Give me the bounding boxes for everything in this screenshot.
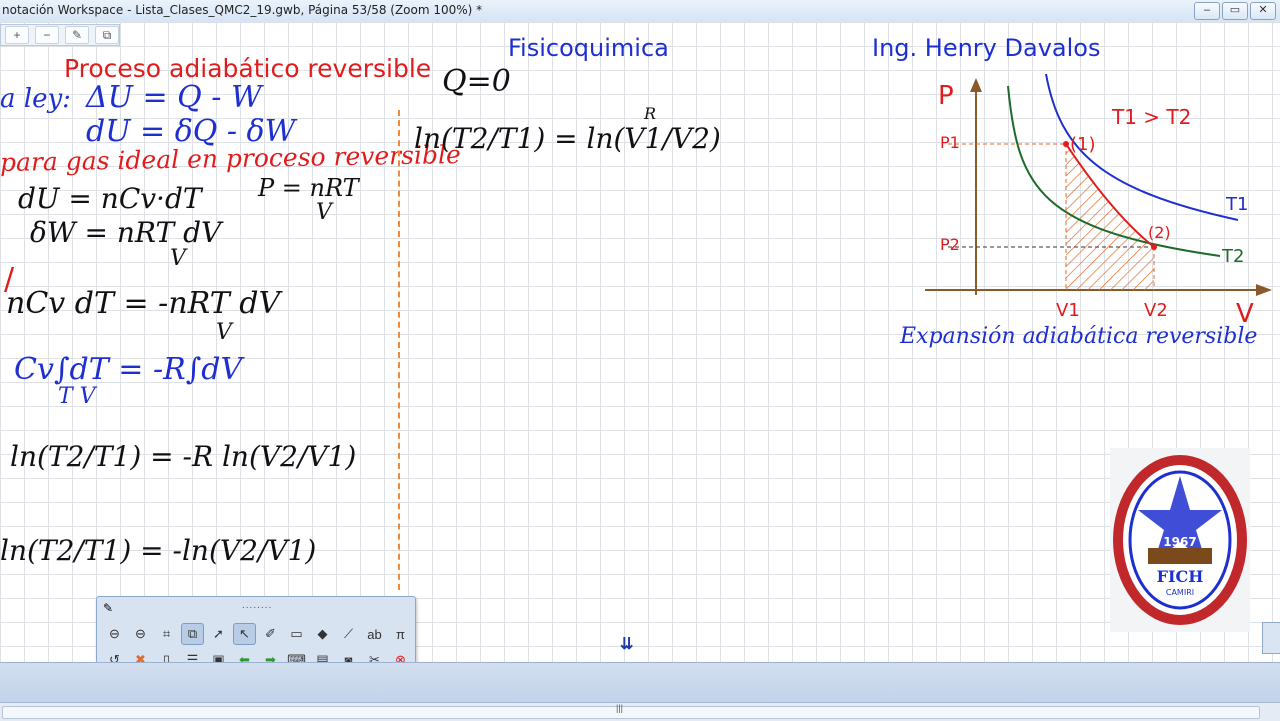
shapes-icon[interactable]: ◆ [311, 623, 334, 645]
p-axis-arrow [970, 78, 982, 92]
bottom-panel [0, 662, 1280, 703]
eq-dw: δW = nRT dV [30, 216, 222, 249]
point-1-label: (1) [1070, 134, 1096, 155]
v2-label: V2 [1144, 300, 1168, 321]
page-down-icon[interactable]: ⇊ [620, 634, 633, 654]
eq-ln: ln(T2/T1) = -ln(V2/V1) [0, 534, 317, 567]
eq-p: P = nRT [258, 174, 359, 202]
eq-ln-final: ln(T2/T1) = ln(V1/V2) [414, 122, 721, 155]
palette-icon[interactable]: ✎ [103, 601, 113, 615]
eq-integral-den: T V [58, 384, 96, 409]
eq-ln-r: ln(T2/T1) = -R ln(V2/V1) [10, 440, 357, 473]
p1-label: P1 [940, 133, 960, 152]
v1-label: V1 [1056, 300, 1080, 321]
mouse-icon[interactable]: ⌗ [155, 623, 178, 645]
logo-city: CAMIRI [1166, 588, 1194, 597]
v-axis-arrow [1256, 284, 1272, 296]
pen-icon[interactable]: ✐ [259, 623, 282, 645]
toolbar-row-1: ⊖ ⊖ ⌗ ⧉ ➚ ↖ ✐ ▭ ◆ ⟋ ab π [103, 623, 412, 645]
select-arrow-icon[interactable]: ➚ [207, 623, 230, 645]
minus-icon[interactable]: − [35, 26, 59, 44]
t2-label: T2 [1221, 246, 1244, 267]
eq-ncv-dt: nCv dT = -nRT dV [6, 286, 281, 321]
pv-diagram: P V T1 > T2 P1 P2 V1 V2 T1 T2 (1) (2) [925, 73, 1272, 329]
header-center: Fisicoquimica [508, 34, 669, 62]
minus-circle-icon[interactable]: ⊖ [129, 623, 152, 645]
status-bar: ||| [0, 702, 1280, 721]
window-controls: – ▭ ✕ [1194, 2, 1276, 20]
left-title: Proceso adiabático reversible [64, 54, 432, 83]
t1-label: T1 [1225, 194, 1248, 215]
horizontal-scrollbar[interactable] [2, 706, 1260, 719]
edit-icon[interactable]: ✎ [65, 26, 89, 44]
minimize-button[interactable]: – [1194, 2, 1220, 20]
math-icon[interactable]: π [389, 623, 412, 645]
eq-delta-u: ΔU = Q - W [86, 80, 262, 115]
q-zero: Q=0 [442, 64, 511, 99]
eq-du-ncv: dU = nCv·dT [18, 182, 202, 215]
scroll-grip[interactable]: ||| [616, 703, 623, 713]
side-panel-tab[interactable] [1262, 622, 1280, 654]
condition-label: T1 > T2 [1111, 105, 1191, 129]
logo-year: 1967 [1163, 535, 1196, 549]
spell-check-icon[interactable]: ab [363, 623, 386, 645]
eq-p-den: V [316, 200, 332, 225]
maximize-button[interactable]: ▭ [1222, 2, 1248, 20]
copy-pages-icon[interactable]: ⧉ [181, 623, 204, 645]
close-button[interactable]: ✕ [1250, 2, 1276, 20]
minus-circle-icon[interactable]: ⊖ [103, 623, 126, 645]
toolbar-grip[interactable]: ........ [242, 600, 272, 611]
eq-ncv-dt-den: V [216, 320, 232, 345]
window-titlebar: notación Workspace - Lista_Clases_QMC2_1… [0, 0, 1280, 23]
cancel-n-mark: / [4, 262, 15, 297]
copy-icon[interactable]: ⧉ [95, 26, 119, 44]
plus-icon[interactable]: + [5, 26, 29, 44]
ruler-icon[interactable]: ⟋ [337, 623, 360, 645]
point-1-marker [1063, 141, 1069, 147]
window-title: notación Workspace - Lista_Clases_QMC2_1… [2, 3, 483, 17]
expansion-label: Expansión adiabática reversible [900, 324, 1258, 349]
point-2-marker [1151, 244, 1157, 250]
hatched-area [1066, 144, 1154, 290]
p-axis-label: P [938, 81, 954, 111]
eq-dw-den: V [170, 246, 186, 271]
law-prefix: a ley: [0, 84, 71, 114]
page-toolbar: + − ✎ ⧉ [0, 24, 120, 46]
logo-acronym: FICH [1157, 567, 1204, 586]
p2-label: P2 [940, 235, 960, 254]
eraser-icon[interactable]: ▭ [285, 623, 308, 645]
eq-integral: Cv∫dT = -R∫dV [14, 352, 243, 387]
book-icon [1148, 548, 1212, 564]
university-logo: 1967 FICH CAMIRI [1110, 448, 1250, 632]
page-divider [398, 110, 400, 590]
header-right: Ing. Henry Davalos [872, 34, 1101, 62]
point-2-label: (2) [1148, 223, 1171, 242]
pointer-icon[interactable]: ↖ [233, 623, 256, 645]
eq-ln-final-exp: R [644, 104, 657, 123]
